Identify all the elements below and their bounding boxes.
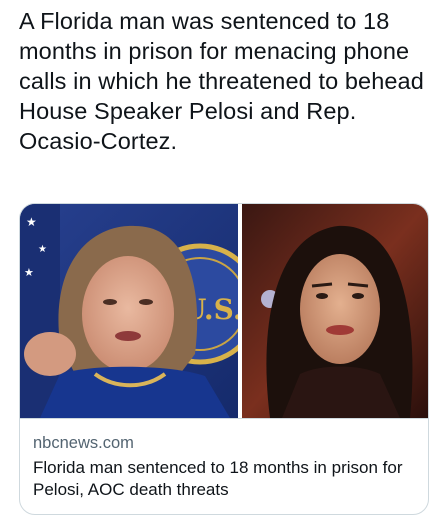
card-title: Florida man sentenced to 18 months in pr… — [33, 458, 403, 499]
svg-text:★: ★ — [38, 244, 47, 255]
right-photo — [242, 204, 428, 418]
card-domain: nbcnews.com — [33, 434, 134, 452]
tweet-text: A Florida man was sentenced to 18 months… — [19, 8, 424, 154]
link-preview-card[interactable]: ★ ★ ★ U.S. nbcnews.com Florida man sente… — [19, 203, 429, 515]
svg-text:★: ★ — [26, 215, 37, 229]
card-image[interactable]: ★ ★ ★ U.S. — [20, 204, 428, 418]
svg-text:★: ★ — [24, 266, 34, 279]
left-photo: ★ ★ ★ U.S. — [20, 204, 261, 418]
card-footer[interactable]: nbcnews.com Florida man sentenced to 18 … — [20, 418, 428, 514]
